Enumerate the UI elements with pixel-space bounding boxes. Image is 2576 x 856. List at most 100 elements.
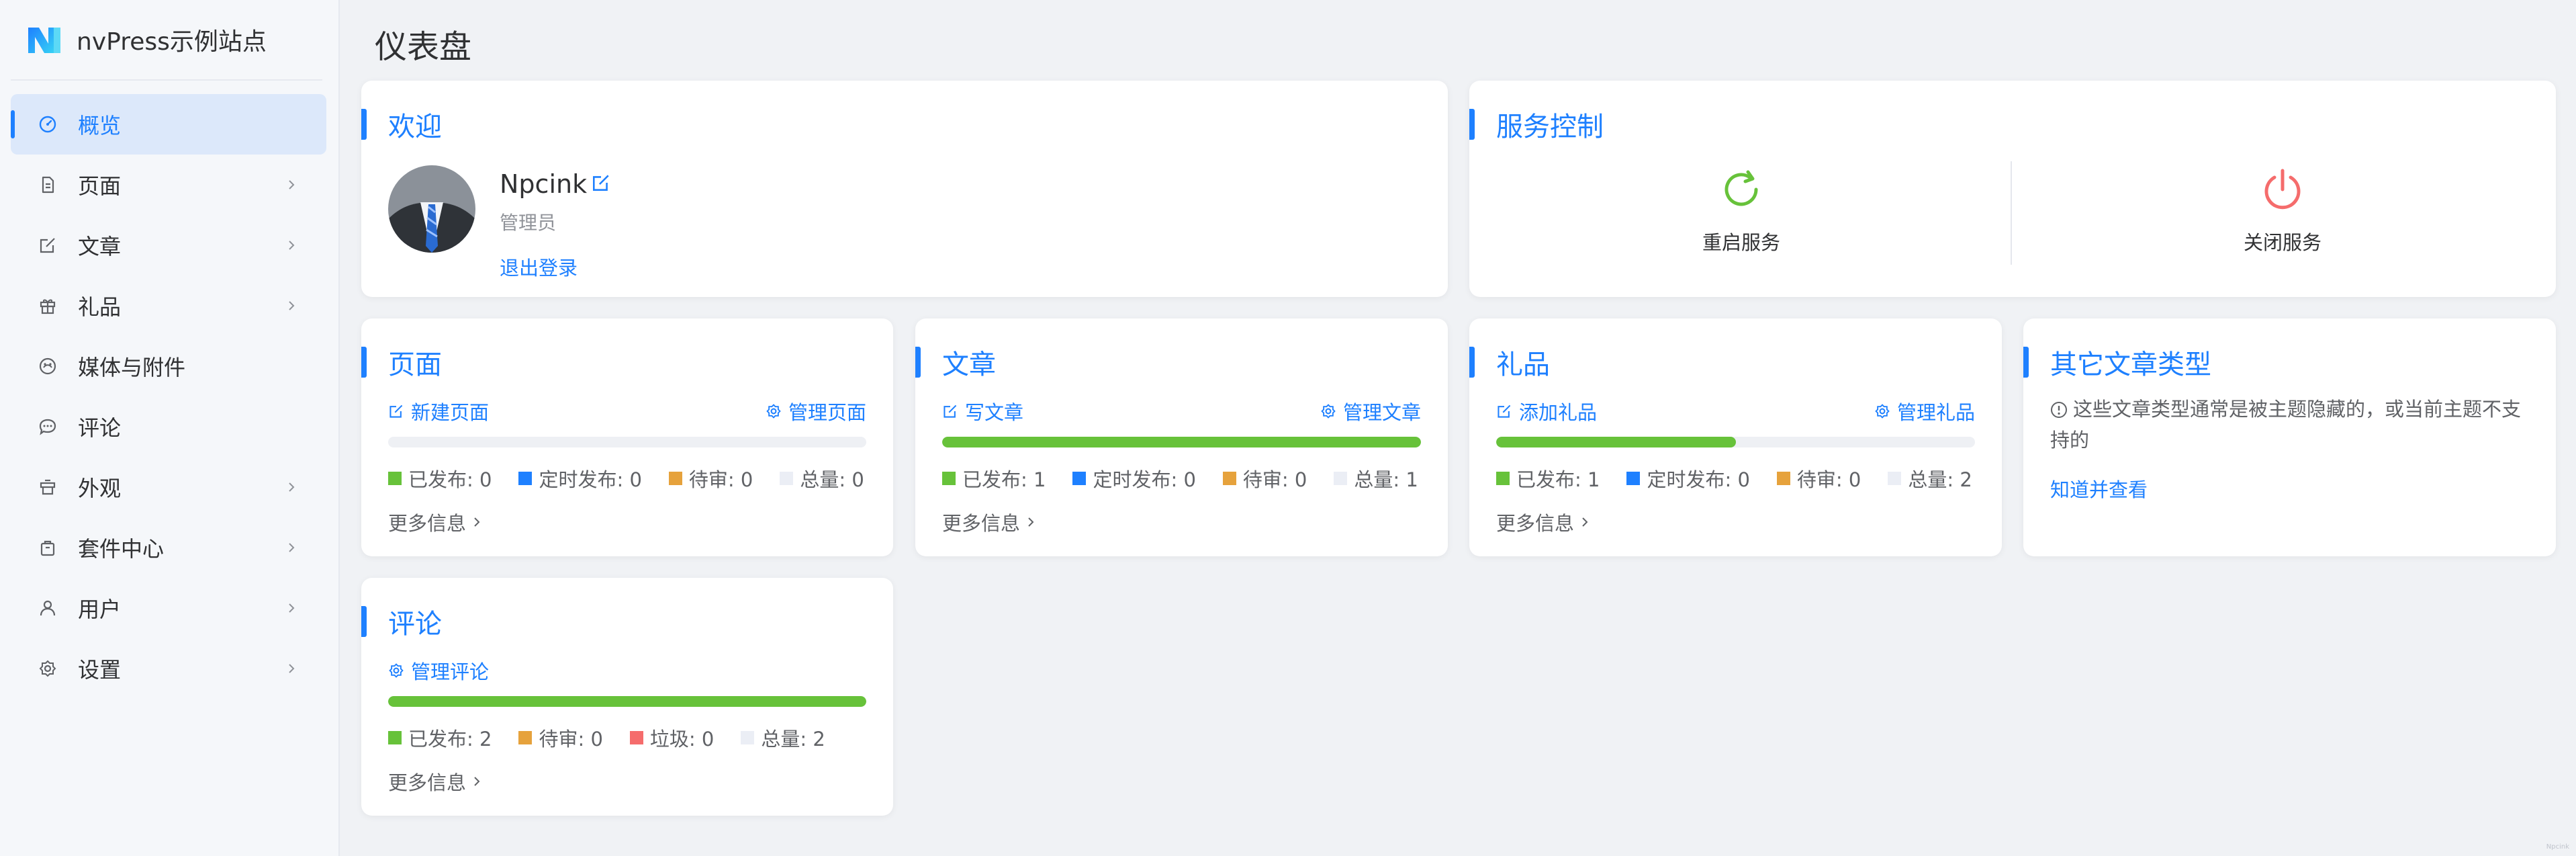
manage-gifts-link[interactable]: 管理礼品 [1874, 397, 1975, 425]
sidebar-item-label: 套件中心 [78, 536, 165, 562]
sidebar: nvPress示例站点 概览 页面 文章 礼品 媒体与附件 评论 外观 套件中心… [0, 0, 340, 856]
stat-published: 已发布: 1 [1496, 464, 1600, 493]
edit-profile-icon[interactable] [587, 169, 611, 199]
posts-title: 文章 [915, 344, 996, 380]
sidebar-item-settings[interactable]: 设置 [11, 638, 326, 699]
manage-pages-label: 管理页面 [788, 401, 866, 424]
pages-actions: 新建页面 管理页面 [388, 398, 866, 425]
avatar[interactable] [388, 165, 475, 253]
other-types-note: 这些文章类型通常是被主题隐藏的，或当前主题不支持的 [2050, 394, 2529, 456]
write-post-label: 写文章 [965, 401, 1024, 424]
sidebar-divider [11, 79, 322, 81]
manage-comments-label: 管理评论 [411, 660, 490, 683]
brand[interactable]: nvPress示例站点 [24, 19, 267, 60]
pages-title: 页面 [361, 344, 442, 380]
manage-posts-link[interactable]: 管理文章 [1320, 397, 1421, 425]
more-info-link[interactable]: 更多信息 [388, 767, 482, 796]
new-page-link[interactable]: 新建页面 [388, 397, 489, 425]
more-info-label: 更多信息 [1496, 512, 1575, 535]
progress-fill [942, 437, 1421, 447]
sidebar-item-posts[interactable]: 文章 [11, 215, 326, 275]
edit-icon [38, 235, 58, 255]
user-name[interactable]: Npcink [500, 169, 611, 199]
settings-icon [389, 663, 404, 678]
sidebar-item-packages[interactable]: 套件中心 [11, 517, 326, 578]
sidebar-item-label: 外观 [78, 476, 122, 501]
gifts-card: 礼品 添加礼品 管理礼品 已发布: 1 定时发布: 0 待审: 0 总量: 2 … [1469, 318, 2002, 556]
chevron-right-icon [283, 237, 300, 253]
settings-icon [1875, 404, 1890, 419]
stat-published: 已发布: 0 [388, 464, 492, 493]
write-post-link[interactable]: 写文章 [942, 397, 1023, 425]
stat-scheduled: 定时发布: 0 [1626, 464, 1750, 493]
user-icon [38, 598, 58, 618]
legend-swatch [1776, 472, 1790, 485]
legend-swatch [668, 472, 682, 485]
legend-swatch [1072, 472, 1087, 485]
legend-swatch [388, 731, 402, 744]
watermark: Npcink [2546, 843, 2569, 851]
chevron-right-icon [283, 540, 300, 556]
stat-total: 总量: 1 [1334, 464, 1418, 493]
chevron-right-icon [283, 177, 300, 193]
stat-text: 总量: 1 [1354, 468, 1418, 491]
chevron-right-icon [474, 777, 480, 786]
restart-service-button[interactable]: 重启服务 [1483, 165, 2000, 259]
sidebar-item-overview[interactable]: 概览 [11, 94, 326, 155]
legend-swatch [741, 731, 755, 744]
new-page-label: 新建页面 [411, 401, 490, 424]
manage-gifts-label: 管理礼品 [1896, 401, 1975, 424]
add-gift-link[interactable]: 添加礼品 [1496, 397, 1597, 425]
legend-swatch [518, 472, 533, 485]
sidebar-menu: 概览 页面 文章 礼品 媒体与附件 评论 外观 套件中心 用户 设置 [11, 94, 326, 699]
stat-total: 总量: 2 [741, 724, 825, 752]
legend-swatch [1626, 472, 1641, 485]
stat-text: 定时发布: 0 [1647, 468, 1750, 491]
sidebar-item-appearance[interactable]: 外观 [11, 457, 326, 517]
chevron-right-icon [1582, 517, 1588, 527]
sidebar-item-label: 文章 [78, 234, 122, 259]
legend-swatch [388, 472, 402, 485]
more-info-link[interactable]: 更多信息 [942, 508, 1036, 536]
sidebar-item-label: 礼品 [78, 294, 122, 320]
acknowledge-link[interactable]: 知道并查看 [2050, 474, 2148, 503]
logout-link[interactable]: 退出登录 [500, 253, 578, 281]
stat-text: 总量: 2 [1908, 468, 1972, 491]
gift-icon [38, 296, 58, 316]
sidebar-item-pages[interactable]: 页面 [11, 155, 326, 215]
legend-swatch [1888, 472, 1902, 485]
sidebar-item-comments[interactable]: 评论 [11, 396, 326, 457]
more-info-label: 更多信息 [388, 512, 467, 535]
sidebar-item-label: 用户 [78, 597, 122, 622]
sidebar-item-media[interactable]: 媒体与附件 [11, 336, 326, 396]
site-name: nvPress示例站点 [77, 28, 267, 56]
manage-pages-link[interactable]: 管理页面 [766, 397, 866, 425]
more-info-link[interactable]: 更多信息 [388, 508, 482, 536]
user-role: 管理员 [500, 212, 557, 234]
sidebar-item-gifts[interactable]: 礼品 [11, 275, 326, 336]
edit-icon [1498, 404, 1511, 418]
service-title: 服务控制 [1469, 106, 1604, 142]
stat-text: 待审: 0 [539, 728, 603, 751]
comment-icon [38, 417, 58, 437]
more-info-link[interactable]: 更多信息 [1496, 508, 1590, 536]
shutdown-service-button[interactable]: 关闭服务 [2024, 165, 2541, 259]
stat-pending: 待审: 0 [668, 464, 753, 493]
user-name-text: Npcink [500, 169, 588, 199]
sidebar-item-label: 页面 [78, 173, 122, 199]
chevron-right-icon [283, 600, 300, 616]
stat-published: 已发布: 1 [942, 464, 1046, 493]
info-icon [2051, 402, 2067, 418]
stat-text: 待审: 0 [688, 468, 753, 491]
comments-stats: 已发布: 2 待审: 0 垃圾: 0 总量: 2 [388, 724, 880, 751]
sidebar-item-users[interactable]: 用户 [11, 578, 326, 638]
more-info-label: 更多信息 [942, 512, 1021, 535]
gifts-stats: 已发布: 1 定时发布: 0 待审: 0 总量: 2 [1496, 465, 1988, 492]
manage-comments-link[interactable]: 管理评论 [388, 656, 489, 685]
gifts-actions: 添加礼品 管理礼品 [1496, 398, 1975, 425]
posts-stats: 已发布: 1 定时发布: 0 待审: 0 总量: 1 [942, 465, 1434, 492]
legend-swatch [518, 731, 533, 744]
legend-swatch [942, 472, 956, 485]
stat-text: 待审: 0 [1796, 468, 1861, 491]
comments-progress-bar [388, 696, 866, 707]
